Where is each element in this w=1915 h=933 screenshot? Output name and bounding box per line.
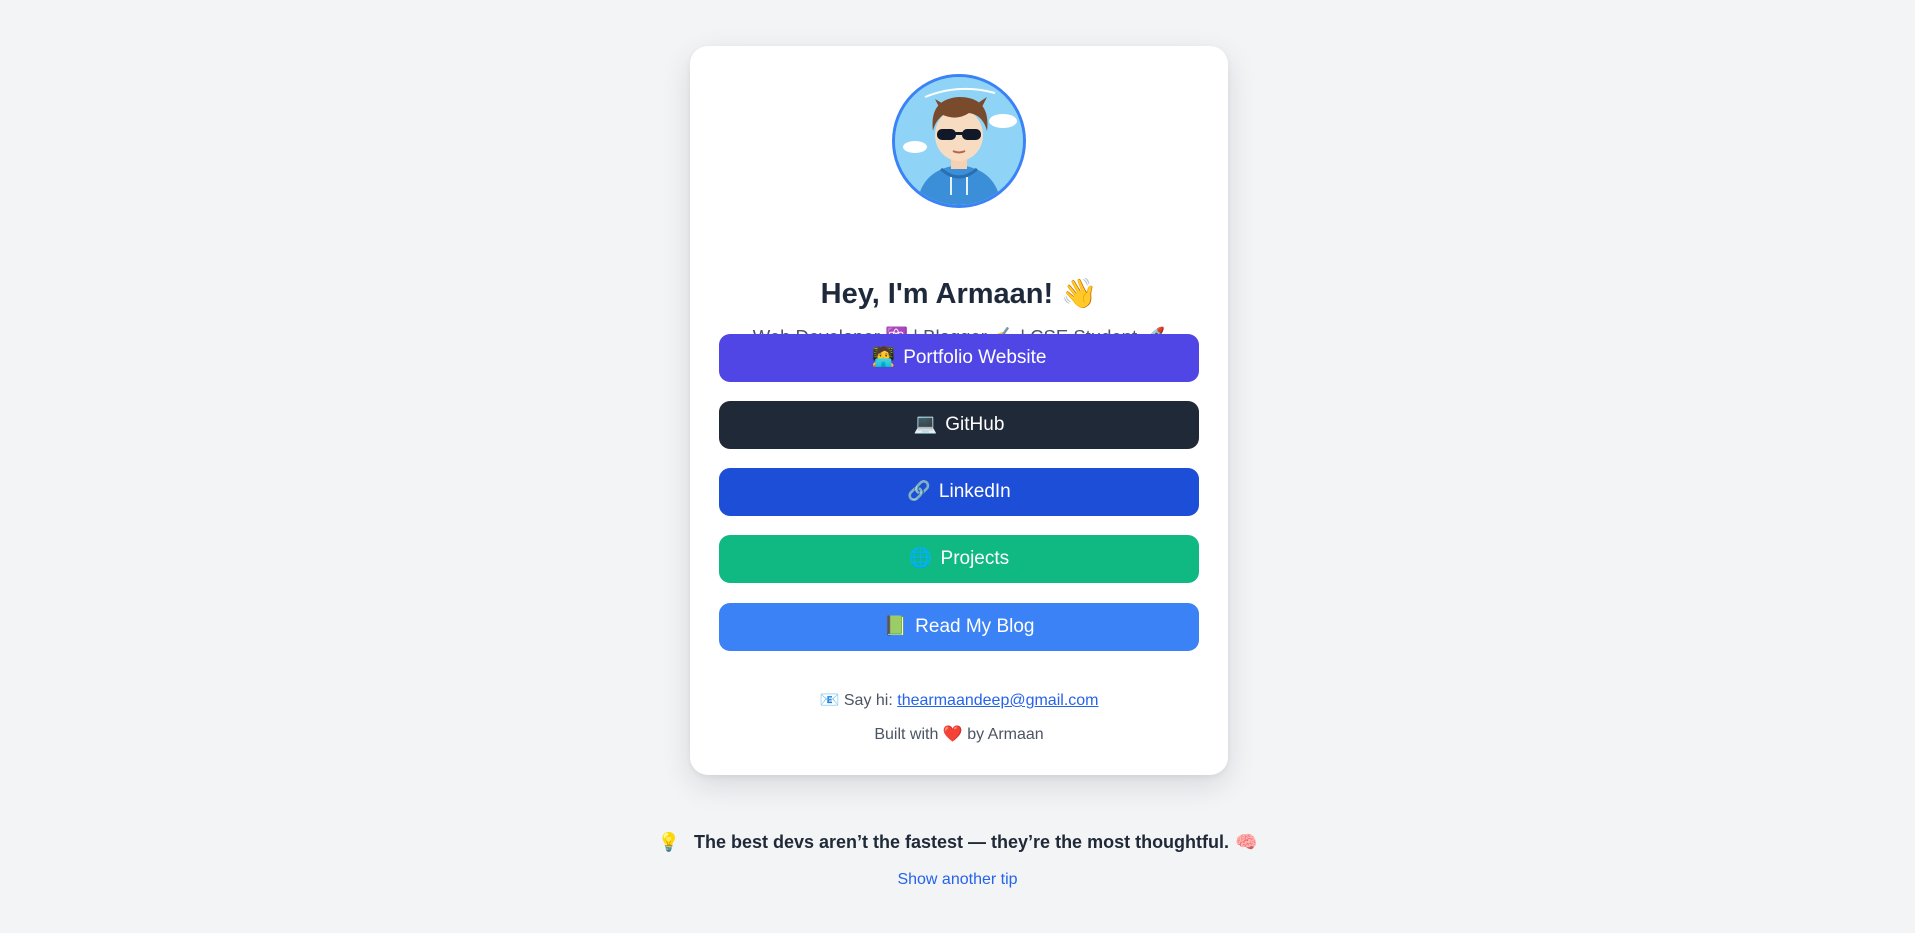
linkedin-button[interactable]: 🔗 LinkedIn <box>719 468 1199 516</box>
tip-text: The best devs aren’t the fastest — they’… <box>693 832 1230 852</box>
read-blog-button[interactable]: 📗 Read My Blog <box>719 603 1199 651</box>
laptop-icon: 💻 <box>913 414 938 435</box>
lightbulb-icon: 💡 <box>657 832 680 852</box>
projects-button[interactable]: 🌐 Projects <box>719 535 1199 583</box>
built-suffix: by Armaan <box>967 726 1044 743</box>
avatar-illustration <box>895 77 1023 205</box>
link-icon: 🔗 <box>907 481 931 502</box>
show-another-tip-link[interactable]: Show another tip <box>897 871 1017 888</box>
linkedin-label: LinkedIn <box>938 481 1011 502</box>
github-label: GitHub <box>945 414 1005 435</box>
globe-icon: 🌐 <box>908 548 933 569</box>
contact-line: 📧 Say hi: thearmaandeep@gmail.com <box>690 690 1228 712</box>
built-with-line: Built with ❤️ by Armaan <box>690 724 1228 746</box>
projects-label: Projects <box>940 548 1010 569</box>
email-link[interactable]: thearmaandeep@gmail.com <box>897 692 1098 709</box>
tip-of-the-day: 💡 The best devs aren’t the fastest — they… <box>0 828 1915 856</box>
developer-icon: 🧑‍💻 <box>871 347 896 368</box>
profile-card: Hey, I'm Armaan! 👋 Web Developer ⚛️ | Bl… <box>690 46 1228 775</box>
heart-icon: ❤️ <box>942 726 963 743</box>
github-button[interactable]: 💻 GitHub <box>719 401 1199 449</box>
avatar <box>892 74 1026 208</box>
built-prefix: Built with <box>874 726 939 743</box>
book-icon: 📗 <box>883 616 908 637</box>
portfolio-website-button[interactable]: 🧑‍💻 Portfolio Website <box>719 334 1199 382</box>
portfolio-website-label: Portfolio Website <box>903 347 1047 368</box>
read-blog-label: Read My Blog <box>915 616 1035 637</box>
page-title: Hey, I'm Armaan! 👋 <box>820 278 1098 310</box>
next-tip-row: Show another tip <box>0 869 1915 891</box>
brain-icon: 🧠 <box>1235 832 1258 852</box>
contact-prefix: 📧 Say hi: <box>819 692 893 709</box>
